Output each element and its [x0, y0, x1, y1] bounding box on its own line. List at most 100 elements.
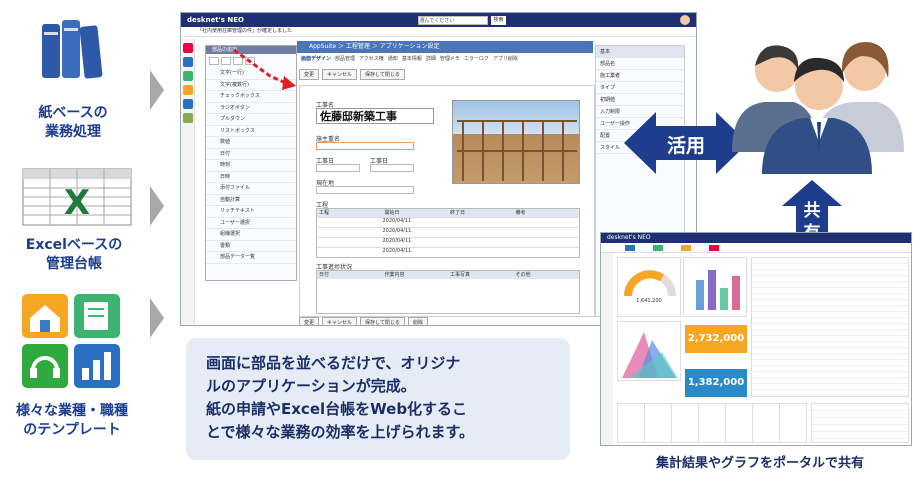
- parts-item[interactable]: 日付: [206, 149, 296, 160]
- property-item[interactable]: 初期値: [596, 94, 684, 106]
- template-label: 様々な業種・職種 のテンプレート: [16, 403, 128, 438]
- tab-item[interactable]: アクセス権: [359, 55, 384, 65]
- form-field[interactable]: [316, 186, 414, 194]
- table-header: 終了日: [450, 210, 466, 216]
- date-cell[interactable]: 2020/04/11: [383, 238, 449, 247]
- table-cell: [317, 228, 383, 237]
- parts-item[interactable]: ユーザー選択: [206, 218, 296, 229]
- tab-item[interactable]: 通知: [388, 55, 398, 65]
- table-cell: [514, 218, 580, 227]
- progress-table: 日付 作業内容 工事写真 その他: [316, 270, 580, 314]
- parts-item[interactable]: 部品データー覧: [206, 252, 296, 264]
- avatar[interactable]: [679, 15, 690, 25]
- date-cell[interactable]: 2020/04/11: [383, 228, 449, 237]
- construction-photo: [452, 100, 580, 184]
- template-tiles-icon: [22, 294, 122, 390]
- use-label: 活用: [666, 135, 705, 157]
- date-field[interactable]: [370, 164, 414, 172]
- parts-item[interactable]: 書類: [206, 241, 296, 252]
- icon-rail: [181, 39, 195, 325]
- toolbar-button[interactable]: 保存して閉じる: [360, 69, 405, 80]
- table-cell: [448, 228, 514, 237]
- footer-button[interactable]: 変更: [299, 317, 320, 325]
- chevron-right-icon: [150, 186, 164, 226]
- form-field[interactable]: [316, 142, 414, 150]
- footer-button[interactable]: キャンセル: [322, 317, 358, 325]
- parts-item[interactable]: プルダウン: [206, 114, 296, 126]
- date-field[interactable]: [316, 164, 360, 172]
- property-item[interactable]: タイプ: [596, 82, 684, 94]
- property-item[interactable]: 施工業者: [596, 70, 684, 82]
- parts-item[interactable]: 時刻: [206, 160, 296, 172]
- excel-label: Excelベースの 管理台帳: [25, 237, 123, 272]
- excel-sheet-icon: X: [22, 168, 132, 226]
- table-header: 備考: [515, 210, 526, 216]
- parts-item[interactable]: 日時: [206, 172, 296, 183]
- form-title[interactable]: 佐藤邸新築工事: [316, 108, 434, 124]
- toolbar: 変更 キャンセル 保存して閉じる: [299, 69, 405, 80]
- table-cell: [317, 248, 383, 257]
- table-cell: [448, 218, 514, 227]
- parts-item[interactable]: 自動計算: [206, 195, 296, 206]
- date-cell[interactable]: 2020/04/11: [383, 218, 449, 227]
- tab-item[interactable]: エラーログ: [464, 55, 489, 65]
- svg-text:X: X: [64, 183, 90, 223]
- table-cell: [317, 218, 383, 227]
- toolbar-button[interactable]: 変更: [299, 69, 320, 80]
- footer-button[interactable]: 保存して閉じる: [360, 317, 405, 325]
- value-tile: 1,382,000: [685, 369, 747, 397]
- tab-item[interactable]: 部品管理: [335, 55, 355, 65]
- tab-item[interactable]: 詳細: [426, 55, 436, 65]
- property-item[interactable]: 部品名: [596, 58, 684, 70]
- drag-arrow-icon: [233, 48, 296, 90]
- parts-item[interactable]: 添付ファイル: [206, 183, 296, 195]
- table-cell: [448, 248, 514, 257]
- portal-icon-rail: [601, 253, 613, 445]
- paper-label: 紙ベースの 業務処理: [38, 105, 108, 140]
- parts-item[interactable]: 組織選択: [206, 229, 296, 241]
- portal-caption: 集計結果やグラフをポータルで共有: [655, 456, 864, 471]
- table-cell: [514, 238, 580, 247]
- property-item[interactable]: 基本: [596, 46, 684, 58]
- table-cell: [514, 248, 580, 257]
- notice-bar: 「社内使用在庫管理の件」が確定しました: [181, 27, 696, 37]
- table-header: 開始日: [384, 210, 400, 216]
- data-table-widget: [751, 257, 909, 397]
- footer-button[interactable]: 削除: [407, 317, 428, 325]
- app-topbar: desknet's NEO 選んでください 検索: [181, 13, 696, 27]
- chevron-right-icon: [150, 298, 164, 338]
- search-button[interactable]: 検索: [491, 15, 506, 25]
- tab-item[interactable]: 画面デザイン: [301, 55, 331, 65]
- search-input[interactable]: 選んでください: [418, 15, 489, 25]
- table-header: 工程: [319, 210, 330, 216]
- books-icon: [38, 18, 108, 82]
- gauge-value: 1,641,200: [636, 298, 662, 304]
- parts-item[interactable]: リストボックス: [206, 126, 296, 137]
- form-canvas: 工事名 佐藤邸新築工事 施主重名 工事日 工事日 現在地 工程 工程 開始日 終了日…: [299, 85, 595, 317]
- people-group-icon: [732, 42, 904, 174]
- table-row: 2020/04/11: [317, 227, 579, 237]
- description-callout: 画面に部品を並べるだけで、オリジナ ルのアプリケーションが完成。 紙の申請やEx…: [186, 338, 570, 460]
- value-tile: [617, 321, 681, 381]
- table-cell: [448, 238, 514, 247]
- breadcrumb: AppSuite ＞ 工程管理 ＞ アプリケーション設定: [297, 41, 593, 53]
- value-tile: 2,732,000: [685, 325, 747, 353]
- process-table: 工程 開始日 終了日 備考 2020/04/11 2020/04/11 2020/04/11…: [316, 208, 580, 258]
- table-row: 2020/04/11: [317, 247, 579, 257]
- description-text: 画面に部品を並べるだけで、オリジナ ルのアプリケーションが完成。 紙の申請やEx…: [206, 354, 475, 441]
- tab-item[interactable]: 管理メモ: [440, 55, 460, 65]
- portal-brand: desknet's NEO: [601, 233, 911, 243]
- parts-item[interactable]: リッチテキスト: [206, 206, 296, 218]
- date-cell[interactable]: 2020/04/11: [383, 248, 449, 257]
- app-brand: desknet's NEO: [187, 16, 244, 24]
- calendar-widget: [617, 403, 807, 443]
- parts-item[interactable]: ラジオボタン: [206, 103, 296, 114]
- parts-item[interactable]: 数値: [206, 137, 296, 149]
- tab-item[interactable]: アプリ削除: [493, 55, 518, 65]
- tab-item[interactable]: 基本情報: [402, 55, 422, 65]
- table-header: 工事写真: [450, 272, 471, 278]
- table-cell: [317, 238, 383, 247]
- table-header: その他: [515, 272, 531, 278]
- parts-list: 文字(一行) 文字(複数行) チェックボックス ラジオボタン プルダウン リストボックス数…: [206, 68, 296, 264]
- toolbar-button[interactable]: キャンセル: [322, 69, 358, 80]
